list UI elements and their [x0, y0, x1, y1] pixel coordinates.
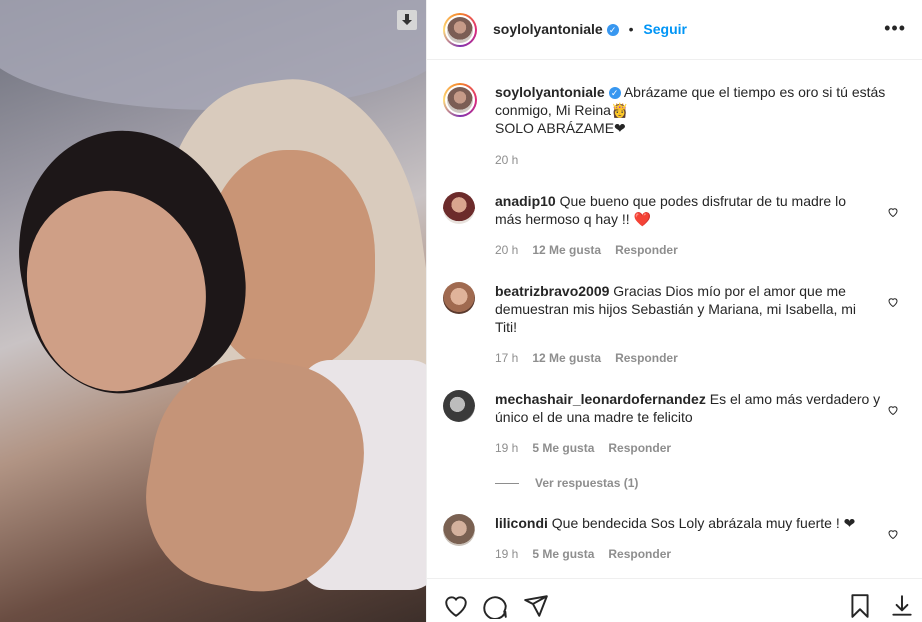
comment-meta: 17 h 12 Me gusta Responder [495, 351, 678, 365]
caption-timestamp: 20 h [495, 153, 519, 167]
avatar[interactable] [443, 83, 477, 117]
comment-item: beatrizbravo2009 Gracias Dios mío por el… [443, 282, 903, 372]
caption-line: conmigo, Mi Reina👸 [495, 102, 629, 118]
username-link[interactable]: soylolyantoniale [493, 21, 603, 37]
comment-likes[interactable]: 5 Me gusta [532, 441, 594, 455]
comment-text: lilicondi Que bendecida Sos Loly abrázal… [495, 514, 875, 532]
comment-likes[interactable]: 12 Me gusta [532, 243, 601, 257]
comment-text: mechashair_leonardofernandez Es el amo m… [495, 390, 885, 426]
post-side-panel: soylolyantoniale ✓ • Seguir ••• soylolyan… [426, 0, 922, 622]
comment-bubble-icon[interactable] [483, 593, 509, 619]
comment-time: 19 h [495, 441, 519, 455]
comment-time: 20 h [495, 243, 519, 257]
comment-text: anadip10 Que bueno que podes disfrutar d… [495, 192, 875, 228]
avatar[interactable] [443, 282, 475, 314]
heart-icon[interactable] [443, 593, 469, 619]
reply-button[interactable]: Responder [608, 441, 671, 455]
post-header: soylolyantoniale ✓ • Seguir ••• [427, 0, 922, 60]
heart-icon[interactable] [887, 206, 899, 218]
caption-line: SOLO ABRÁZAME❤ [495, 120, 626, 136]
avatar[interactable] [443, 390, 475, 422]
comment-text: beatrizbravo2009 Gracias Dios mío por el… [495, 282, 875, 336]
comment-item: anadip10 Que bueno que podes disfrutar d… [443, 192, 903, 262]
photo-background [0, 0, 426, 110]
comment-meta: 20 h 12 Me gusta Responder [495, 243, 678, 257]
heart-icon[interactable] [887, 528, 899, 540]
comment-item: lilicondi Que bendecida Sos Loly abrázal… [443, 514, 903, 570]
comment-time: 17 h [495, 351, 519, 365]
username-link[interactable]: beatrizbravo2009 [495, 283, 609, 299]
avatar[interactable] [443, 192, 475, 224]
header-user-line: soylolyantoniale ✓ • Seguir [493, 21, 687, 37]
post-photo[interactable] [0, 0, 426, 622]
download-arrow-icon[interactable] [889, 593, 915, 619]
username-link[interactable]: lilicondi [495, 515, 548, 531]
post-caption: soylolyantoniale ✓ Abrázame que el tiempo… [443, 83, 903, 173]
avatar[interactable] [443, 13, 477, 47]
caption-text: soylolyantoniale ✓ Abrázame que el tiempo… [495, 83, 895, 137]
comment-meta: 19 h 5 Me gusta Responder [495, 547, 671, 561]
comment-meta: 19 h 5 Me gusta Responder [495, 441, 671, 455]
heart-icon[interactable] [887, 296, 899, 308]
instagram-post: soylolyantoniale ✓ • Seguir ••• soylolyan… [0, 0, 922, 622]
avatar[interactable] [443, 514, 475, 546]
verified-badge-icon: ✓ [606, 24, 619, 37]
username-link[interactable]: anadip10 [495, 193, 556, 209]
view-replies-button[interactable]: Ver respuestas (1) [495, 476, 638, 490]
view-replies-label: Ver respuestas (1) [535, 476, 639, 490]
comment-body: Que bendecida Sos Loly abrázala muy fuer… [551, 515, 856, 531]
paper-plane-icon[interactable] [523, 593, 549, 619]
follow-button[interactable]: Seguir [643, 21, 687, 37]
separator: • [628, 21, 634, 37]
caption-line: Abrázame que el tiempo es oro si tú está… [623, 84, 886, 100]
comment-item: mechashair_leonardofernandez Es el amo m… [443, 390, 903, 460]
reply-button[interactable]: Responder [608, 547, 671, 561]
username-link[interactable]: mechashair_leonardofernandez [495, 391, 706, 407]
bookmark-icon[interactable] [847, 593, 873, 619]
heart-icon[interactable] [887, 404, 899, 416]
comment-time: 19 h [495, 547, 519, 561]
more-options-icon[interactable]: ••• [884, 18, 906, 39]
username-link[interactable]: soylolyantoniale [495, 84, 605, 100]
download-arrow-icon[interactable] [397, 10, 417, 30]
comment-likes[interactable]: 5 Me gusta [532, 547, 594, 561]
action-bar [427, 578, 922, 622]
verified-badge-icon: ✓ [608, 87, 621, 100]
reply-button[interactable]: Responder [615, 243, 678, 257]
divider [495, 483, 519, 485]
comment-likes[interactable]: 12 Me gusta [532, 351, 601, 365]
reply-button[interactable]: Responder [615, 351, 678, 365]
